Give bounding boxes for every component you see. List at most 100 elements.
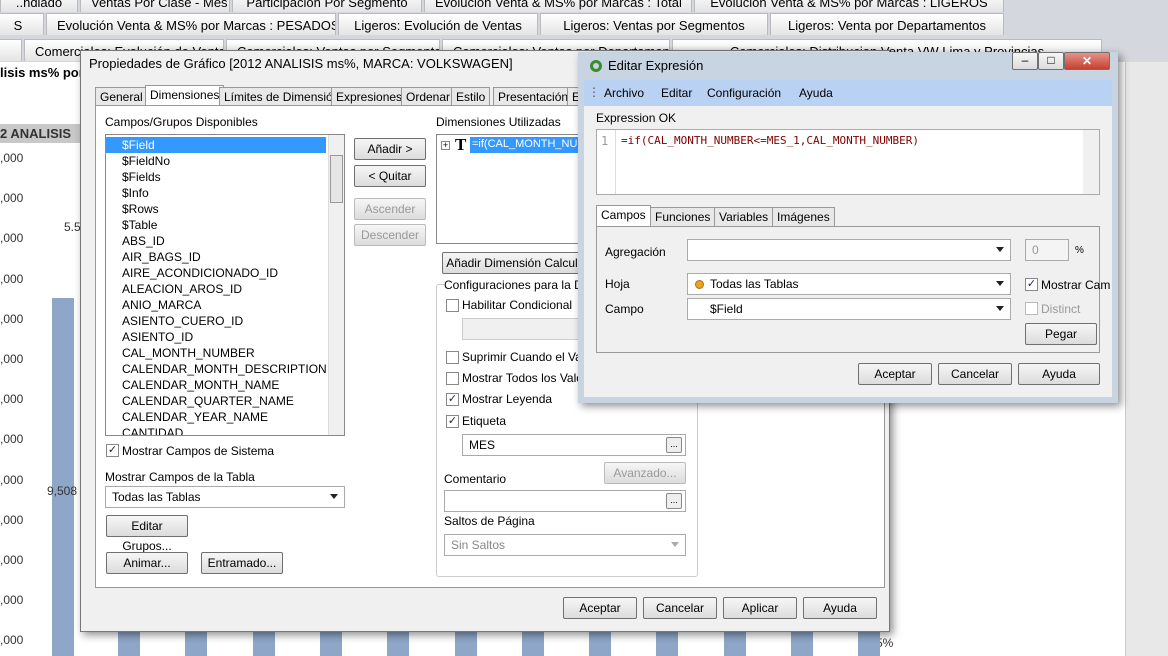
tab-limites[interactable]: Límites de Dimensión (219, 87, 345, 106)
tab-presentacion[interactable]: Presentación (493, 87, 574, 106)
axis-label: ,000 (0, 593, 24, 608)
field-list-item[interactable]: ALEACION_AROS_ID (106, 281, 344, 297)
maximize-button[interactable]: □ (1038, 52, 1064, 70)
help-button[interactable]: Ayuda (803, 597, 877, 619)
menu-archivo[interactable]: Archivo (604, 86, 644, 100)
tab-dimensiones[interactable]: Dimensiones (145, 85, 225, 106)
sheet-tab[interactable]: Evolución Venta & MS% por Marcas : PESAD… (46, 13, 336, 35)
field-list-item[interactable]: $Fields (106, 169, 344, 185)
field-list-item[interactable]: AIR_BAGS_ID (106, 249, 344, 265)
sheet-select[interactable]: Todas las Tablas (687, 273, 1011, 295)
show-legend-checkbox[interactable]: ✓ (446, 393, 459, 406)
field-list-item[interactable]: CALENDAR_QUARTER_NAME (106, 393, 344, 409)
close-button[interactable]: ✕ (1064, 52, 1110, 70)
field-list-item[interactable]: ANIO_MARCA (106, 297, 344, 313)
field-list-item[interactable]: AIRE_ACONDICIONADO_ID (106, 265, 344, 281)
chevron-down-icon (671, 542, 679, 547)
expand-icon[interactable]: + (441, 141, 450, 150)
sheet-tab[interactable] (0, 39, 22, 61)
menu-configuracion[interactable]: Configuración (707, 86, 781, 100)
field-list-item[interactable]: CALENDAR_MONTH_NAME (106, 377, 344, 393)
sheet-tab[interactable]: Ligeros: Evolución de Ventas (338, 13, 538, 35)
chart-header[interactable]: 2 ANALISIS (0, 124, 90, 143)
edit-groups-button[interactable]: Editar Grupos... (106, 515, 188, 553)
expression-code[interactable]: =if(CAL_MONTH_NUMBER<=MES_1,CAL_MONTH_NU… (621, 134, 919, 147)
tab-funciones[interactable]: Funciones (650, 207, 716, 226)
list-scrollbar[interactable] (328, 135, 344, 435)
sheet-tab[interactable]: ..ndiado (0, 0, 78, 12)
field-value: $Field (710, 302, 743, 316)
sheet-tab[interactable]: Ligeros: Venta por Departamentos (770, 13, 1004, 35)
comment-input[interactable]: ... (444, 490, 686, 512)
chevron-down-icon (996, 306, 1004, 311)
sheet-tab[interactable]: Evolución Venta & MS% por Marcas : LIGER… (694, 0, 1004, 12)
axis-label: ,000 (0, 512, 24, 527)
tab-estilo[interactable]: Estilo (451, 87, 491, 106)
apply-button[interactable]: Aplicar (723, 597, 797, 619)
editor-scrollbar[interactable] (1083, 130, 1099, 194)
sheet-tab[interactable]: S (0, 13, 44, 35)
cancel-button[interactable]: Cancelar (643, 597, 717, 619)
fields-list[interactable]: $Field $FieldNo $Fields $Info $Rows $Table ABS… (105, 134, 345, 436)
used-dimensions-list[interactable]: + T =if(CAL_MONTH_NUMBER (436, 134, 587, 244)
axis-label: ,000 (0, 432, 24, 447)
animate-button[interactable]: Animar... (106, 552, 188, 574)
field-list-item[interactable]: $Field (106, 137, 326, 153)
aggregation-label: Agregación (605, 245, 666, 259)
sheet-tab[interactable]: Participación Por Segmento (232, 0, 422, 12)
cancel-button[interactable]: Cancelar (938, 363, 1012, 385)
minimize-button[interactable]: – (1012, 52, 1038, 70)
menu-editar[interactable]: Editar (661, 86, 692, 100)
aggregation-select[interactable] (687, 239, 1011, 261)
tab-variables[interactable]: Variables (714, 207, 774, 226)
sheet-tab[interactable]: Ventas Por Clase - Mes (80, 0, 230, 12)
tab-expresiones[interactable]: Expresiones (331, 87, 408, 106)
field-list-item[interactable]: $FieldNo (106, 153, 344, 169)
field-list-item[interactable]: ASIENTO_ID (106, 329, 344, 345)
field-list-item[interactable]: ABS_ID (106, 233, 344, 249)
used-dimension-item[interactable]: =if(CAL_MONTH_NUMBER (470, 137, 587, 153)
table-select[interactable]: Todas las Tablas (105, 486, 345, 508)
field-list-item[interactable]: CALENDAR_YEAR_NAME (106, 409, 344, 425)
expression-editor[interactable]: 1 =if(CAL_MONTH_NUMBER<=MES_1,CAL_MONTH_… (596, 129, 1100, 195)
trellis-button[interactable]: Entramado... (201, 552, 283, 574)
add-button[interactable]: Añadir > (354, 138, 426, 160)
show-fields-checkbox[interactable]: ✓ (1025, 278, 1038, 291)
distinct-checkbox[interactable] (1025, 302, 1038, 315)
field-list-item[interactable]: ASIENTO_CUERO_ID (106, 313, 344, 329)
sheet-tab[interactable]: Evolución Venta & MS% por Marcas : Total (424, 0, 692, 12)
show-system-checkbox[interactable]: ✓ (106, 444, 119, 457)
field-list-item[interactable]: CALENDAR_MONTH_DESCRIPTION (106, 361, 344, 377)
move-down-button[interactable]: Descender (354, 224, 426, 246)
ok-button[interactable]: Aceptar (563, 597, 637, 619)
help-button[interactable]: Ayuda (1018, 363, 1100, 385)
show-all-checkbox[interactable] (446, 372, 459, 385)
conditional-checkbox[interactable] (446, 299, 459, 312)
field-list-item[interactable]: $Info (106, 185, 344, 201)
field-list-item[interactable]: CAL_MONTH_NUMBER (106, 345, 344, 361)
tab-general[interactable]: General (95, 87, 148, 106)
field-list-item[interactable]: CANTIDAD (106, 425, 344, 435)
paste-button[interactable]: Pegar (1025, 323, 1097, 345)
percent-input[interactable]: 0 (1025, 239, 1069, 261)
label-input[interactable]: MES... (462, 434, 686, 456)
ellipsis-button[interactable]: ... (666, 437, 682, 453)
field-list-item[interactable]: $Table (106, 217, 344, 233)
menu-ayuda[interactable]: Ayuda (799, 86, 833, 100)
scroll-thumb[interactable] (330, 155, 343, 203)
advanced-button[interactable]: Avanzado... (604, 462, 686, 484)
page-breaks-select[interactable]: Sin Saltos (444, 534, 686, 556)
ellipsis-button[interactable]: ... (666, 493, 682, 509)
tab-campos[interactable]: Campos (596, 205, 651, 226)
sheet-tab[interactable]: Ligeros: Ventas por Segmentos (540, 13, 768, 35)
tab-ordenar[interactable]: Ordenar (401, 87, 456, 106)
tab-imagenes[interactable]: Imágenes (772, 207, 835, 226)
ok-button[interactable]: Aceptar (858, 363, 932, 385)
field-select[interactable]: $Field (687, 298, 1011, 320)
suppress-checkbox[interactable] (446, 351, 459, 364)
field-list-item[interactable]: $Rows (106, 201, 344, 217)
move-up-button[interactable]: Ascender (354, 198, 426, 220)
remove-button[interactable]: < Quitar (354, 165, 426, 187)
label-checkbox[interactable]: ✓ (446, 415, 459, 428)
conditional-label: Habilitar Condicional (462, 298, 573, 312)
